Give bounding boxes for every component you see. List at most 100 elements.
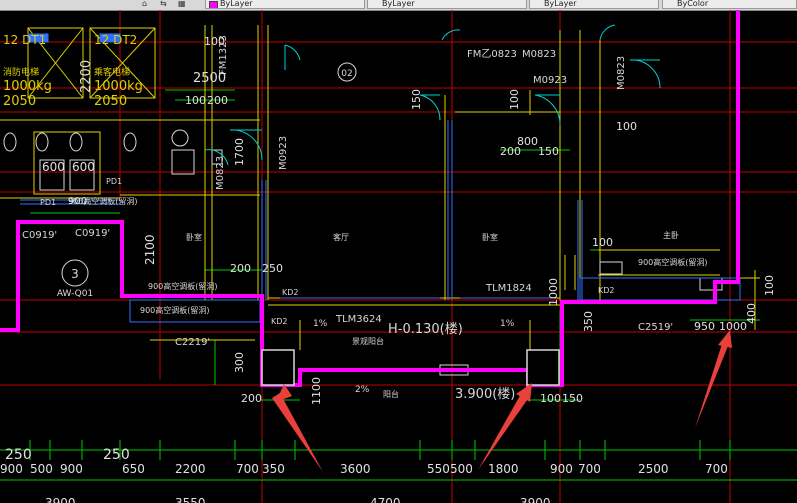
dimension-text: 100 bbox=[592, 236, 613, 249]
slope-label: 2% bbox=[355, 385, 370, 395]
elevator-1-label: 12 DT1 bbox=[3, 33, 46, 47]
window-label: C2519' bbox=[638, 322, 673, 333]
window-label: C0919' bbox=[22, 230, 57, 241]
elevator-1-load: 1000kg bbox=[3, 79, 52, 94]
section-code: AW-Q01 bbox=[57, 289, 93, 299]
dimension-text: 650 bbox=[122, 462, 145, 476]
elevator-2-label: 12 DT2 bbox=[94, 33, 137, 47]
dimension-text: 3550 bbox=[175, 496, 206, 503]
dimension-text: 2500 bbox=[638, 462, 669, 476]
elevation-label: 3.900(楼) bbox=[455, 387, 515, 402]
room-label: 卧室 bbox=[482, 232, 498, 242]
inner-dimensions: 100 2500 100 200 2200 1700 600 600 900 2… bbox=[42, 35, 776, 405]
dimension-text: 4700 bbox=[370, 496, 401, 503]
elevator-2-width: 2050 bbox=[94, 94, 127, 109]
dimension-text: 2500 bbox=[193, 71, 226, 86]
dimension-text: 2100 bbox=[143, 234, 157, 265]
dimension-text: 100 bbox=[204, 35, 225, 48]
window-label: TLM3624 bbox=[335, 314, 382, 325]
dimension-text: 3600 bbox=[340, 462, 371, 476]
door-label: M0923 bbox=[278, 136, 289, 170]
dimension-text: 100 bbox=[185, 94, 206, 107]
elevation-label: H-0.130(楼) bbox=[388, 322, 463, 337]
dimension-text: 950 bbox=[694, 320, 715, 333]
door-label: PD1 bbox=[106, 177, 122, 186]
dimension-text: 600 bbox=[72, 160, 95, 174]
kd-label: KD2 bbox=[282, 288, 299, 297]
ac-notes: 900高空调板(留洞) 900高空调板(留洞) 900高空调板(留洞) 900高… bbox=[68, 196, 708, 326]
dimension-text: 200 bbox=[230, 262, 251, 275]
axis-marker: 02 bbox=[337, 62, 357, 82]
dimension-text: 150 bbox=[538, 145, 559, 158]
dimension-text: 2200 bbox=[79, 60, 94, 93]
dimension-text: 100 bbox=[763, 275, 776, 296]
window-label: TLM1824 bbox=[485, 283, 532, 294]
door-label: M0923 bbox=[533, 75, 567, 86]
dimension-text: 200 bbox=[207, 94, 228, 107]
dimension-text: 200 bbox=[241, 392, 262, 405]
dimension-text: 1100 bbox=[310, 377, 323, 405]
room-label: 卧室 bbox=[186, 232, 202, 242]
dimension-text: 550 bbox=[427, 462, 450, 476]
dimension-text: 500 bbox=[450, 462, 473, 476]
section-marker: 3 AW-Q01 bbox=[57, 259, 93, 299]
dimension-text: 500 bbox=[30, 462, 53, 476]
room-label: 阳台 bbox=[383, 389, 399, 399]
dimension-text: 200 bbox=[500, 145, 521, 158]
dimension-text: 900 bbox=[550, 462, 573, 476]
dimension-text: 900 bbox=[68, 196, 87, 207]
dimension-text: 3900 bbox=[45, 496, 76, 503]
dimension-text: 100 bbox=[616, 120, 637, 133]
elevator-2-load: 1000kg bbox=[94, 79, 143, 94]
door-swings bbox=[204, 24, 661, 166]
dimension-text: 350 bbox=[262, 462, 285, 476]
room-label: 景观阳台 bbox=[352, 336, 384, 346]
section-marker-number: 3 bbox=[71, 267, 79, 281]
door-label: M0823 bbox=[215, 156, 226, 190]
dimension-text: 600 bbox=[42, 160, 65, 174]
door-label: M0823 bbox=[616, 56, 627, 90]
dimension-text: 1800 bbox=[488, 462, 519, 476]
door-label: FM乙0823 bbox=[467, 48, 517, 60]
elevator-1-width: 2050 bbox=[3, 94, 36, 109]
kd-label: KD2 bbox=[598, 286, 615, 295]
kd-label: KD2 bbox=[271, 317, 288, 326]
bottom-dimensions: 250 250 900 500 900 650 2200 700 350 360… bbox=[0, 447, 728, 503]
ac-note: 900高空调板(留洞) bbox=[638, 257, 708, 267]
dimension-text: 3900 bbox=[520, 496, 551, 503]
dimension-text: 150 bbox=[410, 89, 423, 110]
dimension-text: 250 bbox=[103, 447, 130, 463]
dimension-text: 1000 bbox=[719, 320, 747, 333]
dimension-text: 250 bbox=[262, 262, 283, 275]
dimension-text: 2200 bbox=[175, 462, 206, 476]
dimension-text: 700 bbox=[705, 462, 728, 476]
axis-marker-number: 02 bbox=[341, 69, 352, 79]
ac-note: 900高空调板(留洞) bbox=[140, 305, 210, 315]
window-label: C0919' bbox=[75, 228, 110, 239]
window-label: C2219' bbox=[175, 337, 210, 348]
dimension-text: 700 bbox=[236, 462, 259, 476]
ac-note: 900高空调板(留洞) bbox=[148, 281, 218, 291]
dimension-text: 700 bbox=[578, 462, 601, 476]
room-label: 主卧 bbox=[663, 230, 679, 240]
dimension-text: 100 bbox=[540, 392, 561, 405]
dimension-text: 1700 bbox=[233, 138, 246, 166]
dimension-text: 350 bbox=[582, 311, 595, 332]
elevation-labels: H-0.130(楼) 3.900(楼) 1% 1% 2% bbox=[313, 319, 515, 402]
dimension-text: 900 bbox=[0, 462, 23, 476]
door-label: M0823 bbox=[522, 49, 556, 60]
room-label: 客厅 bbox=[333, 232, 349, 242]
cad-drawing-canvas[interactable]: 3 AW-Q01 02 12 DT1 消防电梯 1000kg 2050 12 D… bbox=[0, 0, 797, 503]
dimension-text: 900 bbox=[60, 462, 83, 476]
dimension-text: 150 bbox=[562, 392, 583, 405]
elevator-2-type: 乘客电梯 bbox=[94, 66, 130, 78]
elevator-1-type: 消防电梯 bbox=[3, 66, 39, 78]
dimension-text: 250 bbox=[5, 447, 32, 463]
dimension-text: 300 bbox=[233, 352, 246, 373]
balcony-posts bbox=[261, 349, 560, 386]
slope-label: 1% bbox=[500, 319, 515, 329]
slope-label: 1% bbox=[313, 319, 328, 329]
arrow-icon bbox=[478, 392, 530, 470]
dimension-text: 100 bbox=[508, 89, 521, 110]
dimension-text: 1000 bbox=[547, 278, 560, 306]
